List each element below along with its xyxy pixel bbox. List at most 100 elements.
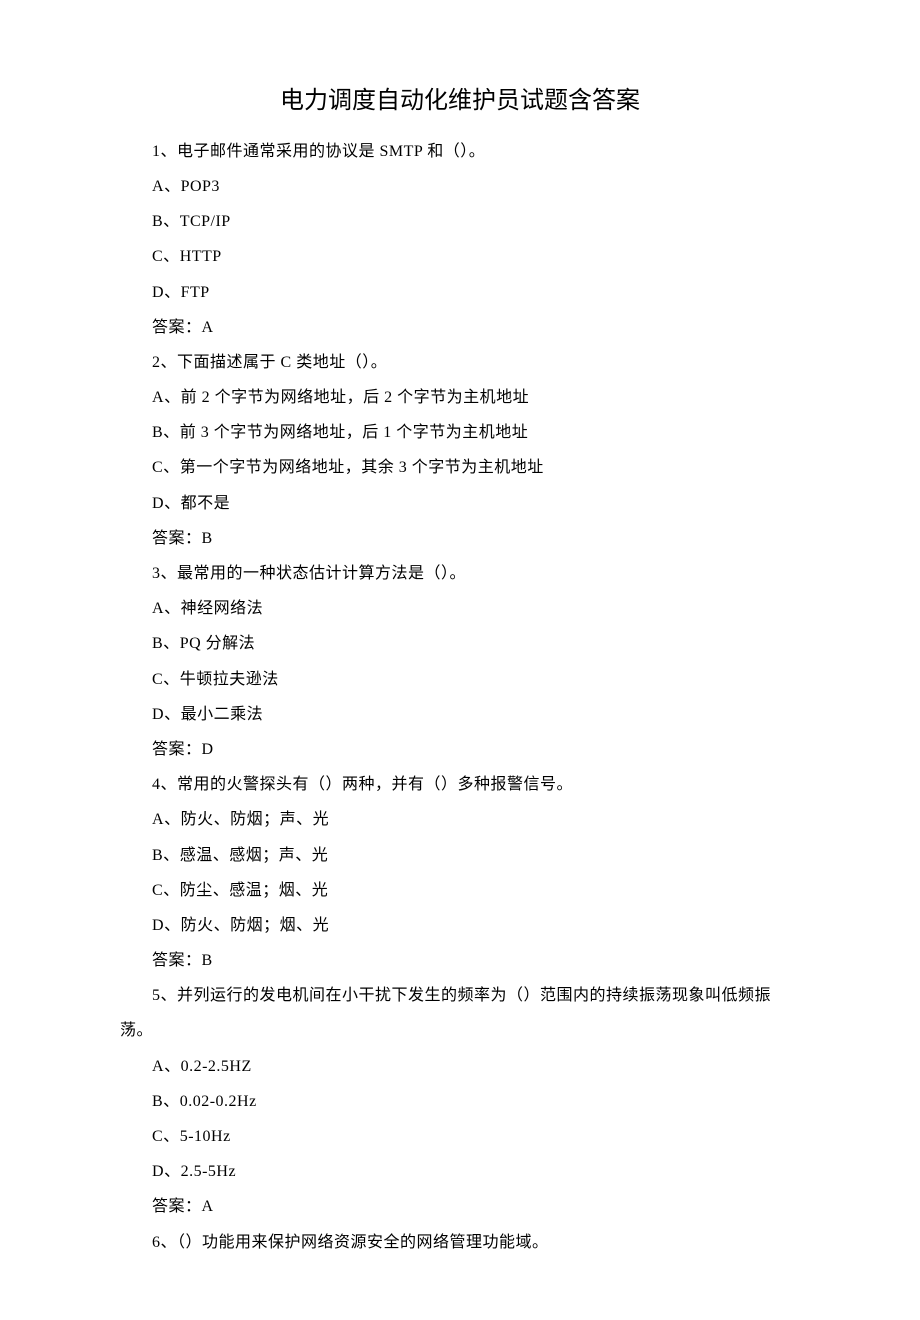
opt-letter: D: [152, 917, 164, 934]
sep: 、: [164, 389, 181, 406]
answer-value: D: [202, 741, 214, 758]
q4-opt-b: B、感温、感烟；声、光: [120, 838, 800, 873]
opt-text: POP3: [181, 178, 220, 195]
opt-text: 0.2-2.5HZ: [181, 1058, 252, 1075]
q1-opt-a: A、POP3: [120, 169, 800, 204]
q1-answer: 答案：A: [120, 310, 800, 345]
sep: 、: [163, 1128, 180, 1145]
sep: 、: [163, 847, 180, 864]
sep: 、: [164, 1058, 181, 1075]
opt-letter: C: [152, 1128, 163, 1145]
q2-stem: 2、下面描述属于 C 类地址（）。: [120, 345, 800, 380]
opt-letter: B: [152, 847, 163, 864]
sep: 、: [163, 671, 180, 688]
opt-text: 前 3 个字节为网络地址，后 1 个字节为主机地址: [180, 424, 529, 441]
q3-opt-d: D、最小二乘法: [120, 697, 800, 732]
sep: 、: [161, 776, 178, 793]
sep: 、: [161, 1234, 178, 1251]
q2-opt-c: C、第一个字节为网络地址，其余 3 个字节为主机地址: [120, 450, 800, 485]
opt-letter: C: [152, 459, 163, 476]
opt-text: 最小二乘法: [181, 706, 264, 723]
opt-text: 5-10Hz: [180, 1128, 231, 1145]
q1-opt-d: D、FTP: [120, 275, 800, 310]
answer-value: B: [202, 530, 213, 547]
q1-opt-b: B、TCP/IP: [120, 204, 800, 239]
q1-stem: 1、电子邮件通常采用的协议是 SMTP 和（）。: [120, 134, 800, 169]
opt-text: 0.02-0.2Hz: [180, 1093, 257, 1110]
opt-letter: A: [152, 178, 164, 195]
sep: 、: [164, 917, 181, 934]
q5-opt-a: A、0.2-2.5HZ: [120, 1049, 800, 1084]
document-title: 电力调度自动化维护员试题含答案: [120, 75, 800, 128]
opt-letter: A: [152, 1058, 164, 1075]
opt-text: 感温、感烟；声、光: [180, 847, 329, 864]
q2-opt-d: D、都不是: [120, 486, 800, 521]
q5-stem: 5、并列运行的发电机间在小干扰下发生的频率为（）范围内的持续振荡现象叫低频振荡。: [120, 978, 800, 1048]
q3-answer: 答案：D: [120, 732, 800, 767]
opt-text: FTP: [181, 284, 210, 301]
opt-letter: D: [152, 495, 164, 512]
opt-text: 防火、防烟；声、光: [181, 811, 330, 828]
q2-num: 2: [152, 354, 161, 371]
q6-stem: 6、（）功能用来保护网络资源安全的网络管理功能域。: [120, 1225, 800, 1260]
opt-text: 都不是: [181, 495, 231, 512]
sep: 、: [161, 565, 178, 582]
answer-label: 答案：: [152, 530, 202, 547]
opt-letter: A: [152, 811, 164, 828]
sep: 、: [164, 495, 181, 512]
q4-num: 4: [152, 776, 161, 793]
opt-text: 防火、防烟；烟、光: [181, 917, 330, 934]
opt-text: 牛顿拉夫逊法: [180, 671, 279, 688]
opt-text: PQ 分解法: [180, 635, 255, 652]
sep: 、: [163, 248, 180, 265]
q2-answer: 答案：B: [120, 521, 800, 556]
sep: 、: [164, 178, 181, 195]
q2-stem-text: 下面描述属于 C 类地址（）。: [177, 354, 387, 371]
q2-opt-a: A、前 2 个字节为网络地址，后 2 个字节为主机地址: [120, 380, 800, 415]
opt-letter: C: [152, 248, 163, 265]
sep: 、: [163, 635, 180, 652]
q3-opt-a: A、神经网络法: [120, 591, 800, 626]
q1-stem-text: 电子邮件通常采用的协议是 SMTP 和（）。: [177, 143, 485, 160]
q3-opt-b: B、PQ 分解法: [120, 626, 800, 661]
q2-opt-b: B、前 3 个字节为网络地址，后 1 个字节为主机地址: [120, 415, 800, 450]
opt-letter: D: [152, 1163, 164, 1180]
opt-letter: D: [152, 284, 164, 301]
q5-opt-d: D、2.5-5Hz: [120, 1154, 800, 1189]
sep: 、: [163, 459, 180, 476]
opt-letter: B: [152, 424, 163, 441]
sep: 、: [161, 987, 178, 1004]
q6-stem-text: （）功能用来保护网络资源安全的网络管理功能域。: [177, 1234, 549, 1251]
q5-answer: 答案：A: [120, 1189, 800, 1224]
opt-letter: B: [152, 1093, 163, 1110]
sep: 、: [164, 706, 181, 723]
sep: 、: [161, 143, 178, 160]
sep: 、: [163, 424, 180, 441]
q4-opt-d: D、防火、防烟；烟、光: [120, 908, 800, 943]
q4-stem-text: 常用的火警探头有（）两种，并有（）多种报警信号。: [177, 776, 573, 793]
sep: 、: [164, 284, 181, 301]
opt-text: 前 2 个字节为网络地址，后 2 个字节为主机地址: [181, 389, 530, 406]
q3-num: 3: [152, 565, 161, 582]
opt-letter: C: [152, 671, 163, 688]
sep: 、: [163, 213, 180, 230]
q4-stem: 4、常用的火警探头有（）两种，并有（）多种报警信号。: [120, 767, 800, 802]
q4-opt-c: C、防尘、感温；烟、光: [120, 873, 800, 908]
q6-num: 6: [152, 1234, 161, 1251]
sep: 、: [163, 1093, 180, 1110]
q3-stem: 3、最常用的一种状态估计计算方法是（）。: [120, 556, 800, 591]
q5-opt-b: B、0.02-0.2Hz: [120, 1084, 800, 1119]
q1-num: 1: [152, 143, 161, 160]
answer-value: B: [202, 952, 213, 969]
sep: 、: [164, 811, 181, 828]
opt-letter: A: [152, 600, 164, 617]
answer-value: A: [202, 319, 214, 336]
opt-text: HTTP: [180, 248, 222, 265]
q1-opt-c: C、HTTP: [120, 239, 800, 274]
sep: 、: [163, 882, 180, 899]
opt-text: 神经网络法: [181, 600, 264, 617]
sep: 、: [164, 600, 181, 617]
opt-text: TCP/IP: [180, 213, 231, 230]
q4-opt-a: A、防火、防烟；声、光: [120, 802, 800, 837]
opt-text: 第一个字节为网络地址，其余 3 个字节为主机地址: [180, 459, 544, 476]
